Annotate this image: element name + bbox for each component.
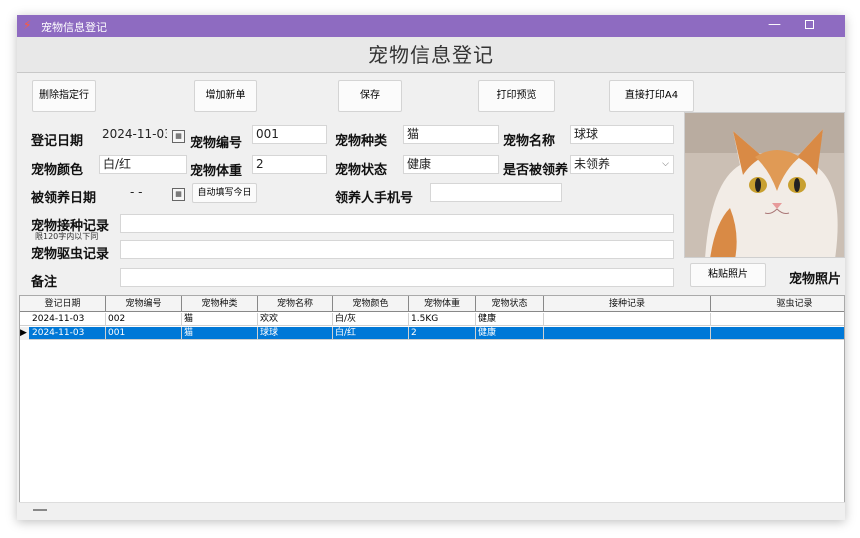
delete-row-button[interactable]: 删除指定行	[32, 80, 96, 112]
photo-label: 宠物照片	[789, 272, 842, 287]
records-table[interactable]: 登记日期 宠物编号 宠物种类 宠物名称 宠物颜色 宠物体重 宠物状态 接种记录 …	[19, 295, 845, 515]
chevron-down-icon: ⌵	[662, 159, 669, 169]
column-header[interactable]: 宠物颜色	[333, 296, 409, 312]
column-header[interactable]: 登记日期	[20, 296, 106, 312]
table-cell[interactable]: 球球	[258, 327, 333, 340]
vaccine-note: 限120字内以下同	[35, 232, 99, 241]
table-cell[interactable]: 1.5KG	[409, 313, 476, 326]
app-window: ⚡ 宠物信息登记 — 宠物信息登记 删除指定行 增加新单 保存 打印预览 直接打…	[17, 15, 845, 520]
cat-photo-image	[685, 113, 844, 257]
table-row[interactable]: 2024-11-03 002 猫 欢欢 白/灰 1.5KG 健康	[20, 313, 844, 326]
print-preview-button[interactable]: 打印预览	[478, 80, 555, 112]
window-title: 宠物信息登记	[41, 21, 107, 34]
pet-name-label: 宠物名称	[503, 134, 556, 149]
reg-date-label: 登记日期	[31, 134, 84, 149]
table-cell[interactable]: 猫	[182, 313, 258, 326]
adopter-phone-label: 领养人手机号	[335, 191, 414, 206]
maximize-button[interactable]	[805, 20, 814, 29]
column-header[interactable]: 宠物编号	[106, 296, 182, 312]
adopted-label: 是否被领养	[503, 163, 569, 178]
table-cell[interactable]: 2	[409, 327, 476, 340]
adopted-select-value: 未领养	[574, 157, 611, 171]
print-a4-button[interactable]: 直接打印A4	[609, 80, 694, 112]
color-field[interactable]: 白/红	[99, 155, 187, 174]
status-label: 宠物状态	[335, 163, 388, 178]
autofill-today-button[interactable]: 自动填写今日	[192, 183, 257, 203]
title-bar: ⚡ 宠物信息登记 —	[17, 15, 845, 37]
pet-no-field[interactable]: 001	[252, 125, 327, 144]
table-cell[interactable]: 001	[106, 327, 182, 340]
table-cell[interactable]: 白/红	[333, 327, 409, 340]
color-label: 宠物颜色	[31, 163, 84, 178]
pet-type-label: 宠物种类	[335, 134, 388, 149]
table-cell[interactable]: 2024-11-03	[30, 327, 106, 340]
calendar-icon[interactable]: ▦	[172, 188, 185, 201]
row-pointer-icon: ▶	[20, 327, 29, 340]
vaccine-field[interactable]	[120, 214, 674, 233]
table-cell[interactable]: 欢欢	[258, 313, 333, 326]
form-header: 宠物信息登记	[17, 37, 845, 73]
table-cell[interactable]	[711, 327, 844, 340]
remark-field[interactable]	[120, 268, 674, 287]
deworm-label: 宠物驱虫记录	[31, 247, 110, 262]
adopt-date-field[interactable]: - -	[127, 184, 167, 203]
pet-photo[interactable]	[684, 112, 845, 258]
form-title: 宠物信息登记	[368, 43, 494, 67]
adopted-select[interactable]: 未领养 ⌵	[570, 155, 674, 174]
table-cell[interactable]	[711, 313, 844, 326]
deworm-field[interactable]	[120, 240, 674, 259]
table-header: 登记日期 宠物编号 宠物种类 宠物名称 宠物颜色 宠物体重 宠物状态 接种记录 …	[20, 296, 844, 312]
column-header[interactable]: 宠物名称	[258, 296, 333, 312]
reg-date-field[interactable]: 2024-11-03	[99, 126, 167, 145]
scrollbar-thumb[interactable]	[33, 509, 47, 511]
column-header[interactable]: 宠物状态	[476, 296, 544, 312]
table-cell[interactable]: 002	[106, 313, 182, 326]
table-cell[interactable]: 健康	[476, 313, 544, 326]
weight-field[interactable]: 2	[252, 155, 327, 174]
table-row-selected[interactable]: ▶ 2024-11-03 001 猫 球球 白/红 2 健康	[20, 327, 844, 340]
horizontal-scrollbar[interactable]	[19, 502, 845, 515]
column-header[interactable]: 接种记录	[544, 296, 711, 312]
pet-name-field[interactable]: 球球	[570, 125, 674, 144]
paste-photo-button[interactable]: 粘贴照片	[690, 263, 766, 287]
column-header[interactable]: 宠物体重	[409, 296, 476, 312]
calendar-icon[interactable]: ▦	[172, 130, 185, 143]
table-cell[interactable]: 白/灰	[333, 313, 409, 326]
weight-label: 宠物体重	[190, 164, 243, 179]
table-cell[interactable]: 2024-11-03	[30, 313, 106, 326]
add-new-button[interactable]: 增加新单	[194, 80, 257, 112]
table-cell[interactable]	[544, 313, 711, 326]
table-cell[interactable]	[544, 327, 711, 340]
status-field[interactable]: 健康	[403, 155, 499, 174]
pet-no-label: 宠物编号	[190, 136, 243, 151]
pet-type-field[interactable]: 猫	[403, 125, 499, 144]
column-header[interactable]: 宠物种类	[182, 296, 258, 312]
adopt-date-label: 被领养日期	[31, 191, 97, 206]
column-header[interactable]: 驱虫记录	[711, 296, 844, 312]
save-button[interactable]: 保存	[338, 80, 402, 112]
table-cell[interactable]: 健康	[476, 327, 544, 340]
lightning-icon: ⚡	[23, 18, 32, 32]
remark-label: 备注	[31, 275, 58, 290]
adopter-phone-field[interactable]	[430, 183, 562, 202]
minimize-button[interactable]: —	[768, 17, 781, 32]
table-cell[interactable]: 猫	[182, 327, 258, 340]
